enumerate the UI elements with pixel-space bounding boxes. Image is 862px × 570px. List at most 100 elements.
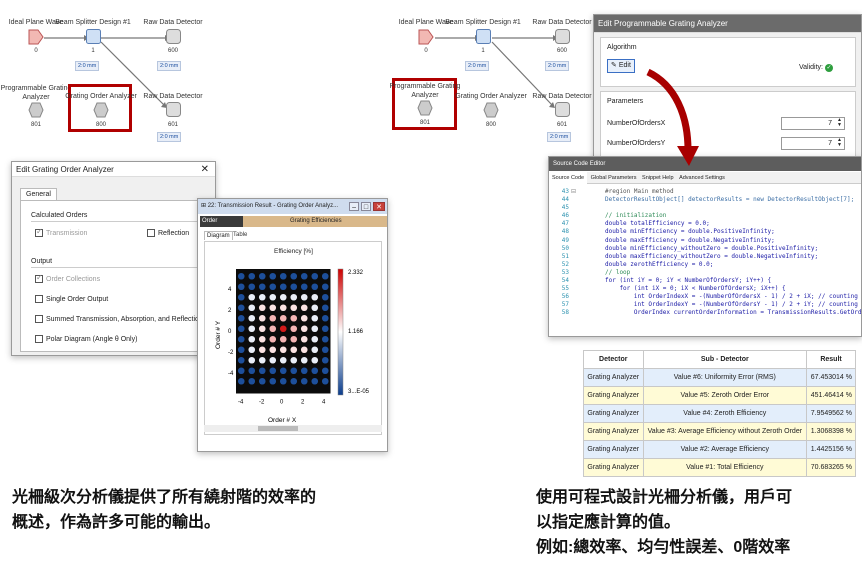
line-number: 47 [561,220,569,228]
order-dot [300,356,308,364]
horizontal-scrollbar[interactable] [204,425,382,432]
order-dot [237,335,245,343]
order-dot [248,283,256,291]
fold-icon[interactable]: ⊟ [571,188,579,195]
tab-table[interactable]: Table [231,231,249,239]
spinner-icon[interactable]: ▲ ▼ [837,138,842,148]
distance-ribbon[interactable]: 2:0 mm [157,132,182,142]
tab-source-code[interactable]: Source Code [549,172,588,184]
order-dot [237,293,245,301]
distance-ribbon[interactable]: 2:0 mm [75,61,100,71]
table-row[interactable]: Grating Analyzer Value #4: Zeroth Efficie… [583,404,856,423]
checkbox-icon[interactable] [35,295,43,303]
distance-ribbon[interactable]: 2:0 mm [545,61,570,71]
summed-checkbox-row[interactable]: Summed Transmission, Absorption, and Ref… [35,315,203,323]
table-cell: Value #5: Zeroth Order Error [642,386,808,405]
minimize-icon[interactable]: – [349,202,360,211]
distance-ribbon[interactable]: 2:0 mm [157,61,182,71]
table-cell: 1.4425156 % [806,440,856,459]
order-dot [311,293,319,301]
plot-title: Efficiency [%] [274,248,313,255]
column-header[interactable]: Result [806,350,856,369]
result-header-bar: Order Collection Grating Efficiencies [200,216,387,235]
order-dot [237,283,245,291]
tab-diagram[interactable]: Diagram [204,231,233,240]
number-of-orders-x-stepper[interactable]: 7 [781,117,845,130]
order-dot [279,283,287,291]
single-order-checkbox-row[interactable]: Single Order Output [35,295,108,303]
efficiency-plot[interactable]: 2.332 1.166 3...E-05 Order # Y Order # X… [208,259,382,437]
line-number: 49 [561,236,569,244]
y-tick-label: -2 [228,350,234,356]
tab-snippet-help[interactable]: Snippet Help [640,175,676,181]
column-header[interactable]: Detector [583,350,644,369]
order-dot [279,272,287,280]
scrollbar-thumb[interactable] [258,426,298,431]
order-dot [311,356,319,364]
line-number: 57 [561,301,569,309]
checkbox-icon[interactable] [147,229,155,237]
spinner-icon[interactable]: ▲ ▼ [837,118,842,128]
code-line: int OrderIndexY = -(NumberOfOrdersY - 1)… [605,301,858,309]
maximize-icon[interactable]: □ [361,202,372,211]
order-dot [279,293,287,301]
order-dot [248,335,256,343]
line-number: 44 [561,196,569,204]
close-icon[interactable]: ✕ [373,202,385,211]
transmission-checkbox-row[interactable]: Transmission [35,227,87,237]
distance-ribbon[interactable]: 2:0 mm [465,61,490,71]
code-line: for (int iY = 0; iY < NumberOfOrdersY; i… [605,277,772,285]
colorbar-label: 2.332 [348,270,364,276]
y-axis-label: Order # Y [215,320,222,349]
order-dot [248,367,256,375]
order-dot [269,314,277,322]
node-label: Raw Data Detector [143,93,203,100]
order-dot [279,346,287,354]
distance-ribbon[interactable]: 2:0 mm [547,132,572,142]
order-dot [290,283,298,291]
tab-advanced-settings[interactable]: Advanced Settings [677,175,727,181]
order-dot [269,304,277,312]
order-collections-checkbox-row[interactable]: Order Collections [35,273,100,283]
checkbox-icon[interactable] [35,315,43,323]
table-row[interactable]: Grating Analyzer Value #5: Zeroth Order E… [583,386,856,405]
checkbox-icon[interactable] [35,227,43,237]
tab-global-parameters[interactable]: Global Parameters [589,175,639,181]
number-of-orders-y-stepper[interactable]: 7 [781,137,845,150]
order-dot [258,335,266,343]
reflection-checkbox-row[interactable]: Reflection [147,229,189,237]
grid-icon: ⊞ [201,203,208,209]
tab-general[interactable]: General [20,188,57,200]
caption-line: 以指定應計算的值。 [536,514,681,531]
order-dot [311,346,319,354]
code-area[interactable]: #region Main method DetectorResultObject[… [605,188,861,318]
window-controls: – □ ✕ [349,202,385,212]
x-tick-label: -4 [238,400,244,406]
order-dot [311,304,319,312]
order-dot [321,272,329,280]
checkbox-icon[interactable] [35,273,43,283]
order-collection-tab[interactable]: Order Collection [200,216,243,235]
table-cell: Grating Analyzer [583,422,644,441]
order-dot [300,293,308,301]
order-dot [279,356,287,364]
line-number: 48 [561,228,569,236]
component-icon [86,29,101,44]
order-dot [237,367,245,375]
table-row[interactable]: Grating Analyzer Value #2: Average Effici… [583,440,856,459]
order-dot [290,335,298,343]
table-row[interactable]: Grating Analyzer Value #6: Uniformity Err… [583,368,856,387]
table-row[interactable]: Grating Analyzer Value #3: Average Effici… [583,422,856,441]
order-dot [290,367,298,375]
order-dot [279,314,287,322]
checkbox-icon[interactable] [35,335,43,343]
polar-checkbox-row[interactable]: Polar Diagram (Angle θ Only) [35,335,137,343]
caption-line: 例如:總效率、均勻性誤差、0階效率 [536,539,791,556]
line-number: 56 [561,293,569,301]
close-icon[interactable]: ✕ [201,162,209,177]
column-header[interactable]: Sub - Detector [642,350,808,369]
order-dot [279,335,287,343]
table-row[interactable]: Grating Analyzer Value #1: Total Efficien… [583,458,856,477]
table-cell: Grating Analyzer [583,386,644,405]
checkbox-label: Summed Transmission, Absorption, and Ref… [46,315,203,323]
